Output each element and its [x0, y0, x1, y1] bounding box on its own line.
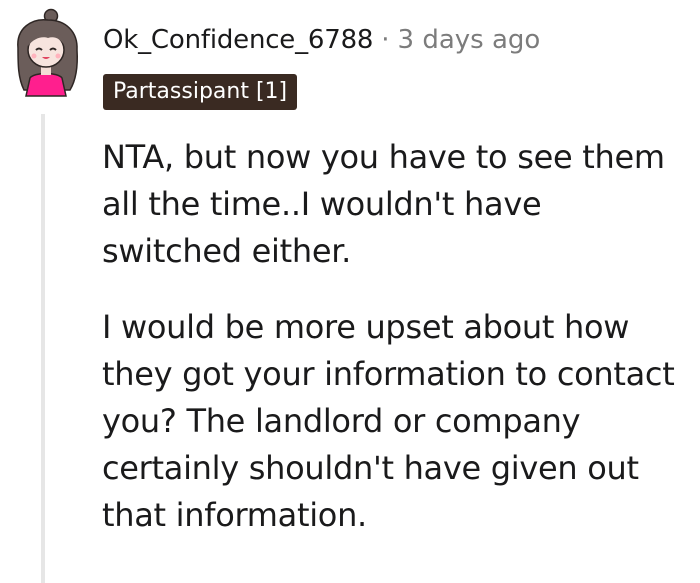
text-line: you? The landlord or company — [102, 402, 581, 440]
comment-timestamp[interactable]: 3 days ago — [398, 22, 541, 58]
text-line: NTA, but now you have to see them — [102, 138, 665, 176]
user-flair-badge: Partassipant [1] — [103, 74, 298, 110]
comment-paragraph: NTA, but now you have to see them all th… — [102, 134, 697, 275]
comment: Ok_Confidence_6788 · 3 days ago Partassi… — [0, 0, 700, 583]
thread-collapse-line[interactable] — [41, 114, 45, 583]
author-username[interactable]: Ok_Confidence_6788 — [103, 22, 373, 58]
text-line: they got your information to contact — [102, 355, 675, 393]
text-line: certainly shouldn't have given out — [102, 449, 639, 487]
text-line: that information. — [102, 496, 367, 534]
text-line: switched either. — [102, 232, 352, 270]
comment-body: NTA, but now you have to see them all th… — [102, 134, 697, 539]
comment-paragraph: I would be more upset about how they got… — [102, 304, 697, 539]
text-line: I would be more upset about how — [102, 308, 630, 346]
comment-meta: Ok_Confidence_6788 · 3 days ago — [103, 22, 540, 58]
text-line: all the time..I wouldn't have — [102, 185, 542, 223]
user-avatar-icon[interactable] — [8, 8, 84, 100]
meta-separator: · — [381, 25, 390, 55]
